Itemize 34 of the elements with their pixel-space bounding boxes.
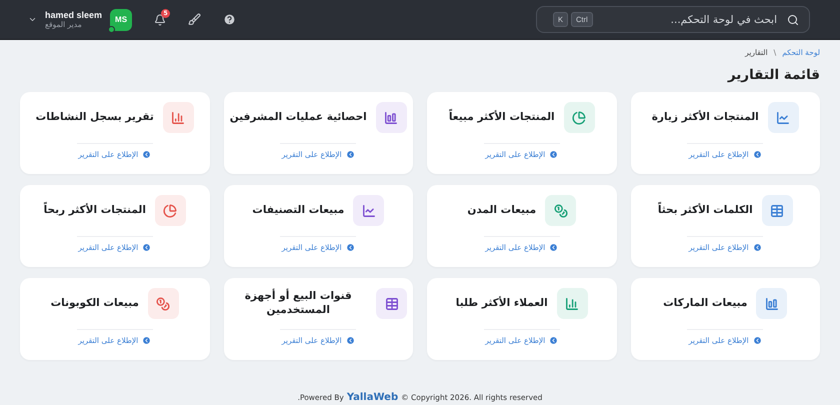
notifications-button[interactable]	[154, 14, 166, 26]
report-title: مبيعات المدن	[467, 204, 536, 218]
page-title: قائمة التقارير	[726, 67, 820, 83]
chevron-left-icon	[752, 243, 762, 252]
chevron-left-icon	[549, 336, 558, 345]
user-name: hamed sleem	[45, 10, 102, 20]
caret-icon[interactable]	[28, 15, 37, 24]
report-title: المنتجات الأكثر ربحاً	[44, 204, 146, 218]
search-input[interactable]: ابحث في لوحة التحكم...	[600, 12, 779, 26]
report-title: الكلمات الأكثر بحثاً	[658, 204, 753, 218]
chevron-left-icon	[549, 150, 558, 159]
chevron-left-icon	[142, 243, 152, 252]
report-title: احصائية عمليات المشرفين	[230, 110, 367, 124]
chevron-left-icon	[346, 336, 355, 345]
chevron-left-icon	[346, 150, 355, 159]
chevron-left-icon	[142, 150, 152, 159]
report-title: تقرير بسجل النشاطات	[36, 110, 154, 124]
report-title: مبيعات الماركات	[663, 296, 748, 310]
help-button[interactable]	[223, 13, 236, 26]
report-title: المنتجات الأكثر مبيعاً	[448, 110, 555, 124]
search-icon	[787, 14, 799, 26]
chevron-left-icon	[752, 336, 762, 345]
brand-link[interactable]: YallaWeb	[346, 392, 398, 403]
chevron-left-icon	[549, 243, 558, 252]
chevron-left-icon	[752, 150, 762, 159]
user-avatar[interactable]: MS	[110, 8, 132, 30]
report-title: العملاء الأكثر طلبا	[456, 296, 548, 310]
brush-button[interactable]	[188, 13, 202, 26]
chevron-left-icon	[346, 243, 355, 252]
report-title: قنوات البيع أو أجهزة المستخدمين	[244, 290, 353, 318]
report-title: مبيعات التصنيفات	[252, 204, 344, 218]
chevron-left-icon	[142, 336, 152, 345]
report-title: مبيعات الكوبونات	[50, 296, 139, 310]
report-title: المنتجات الأكثر زيارة	[652, 110, 759, 124]
